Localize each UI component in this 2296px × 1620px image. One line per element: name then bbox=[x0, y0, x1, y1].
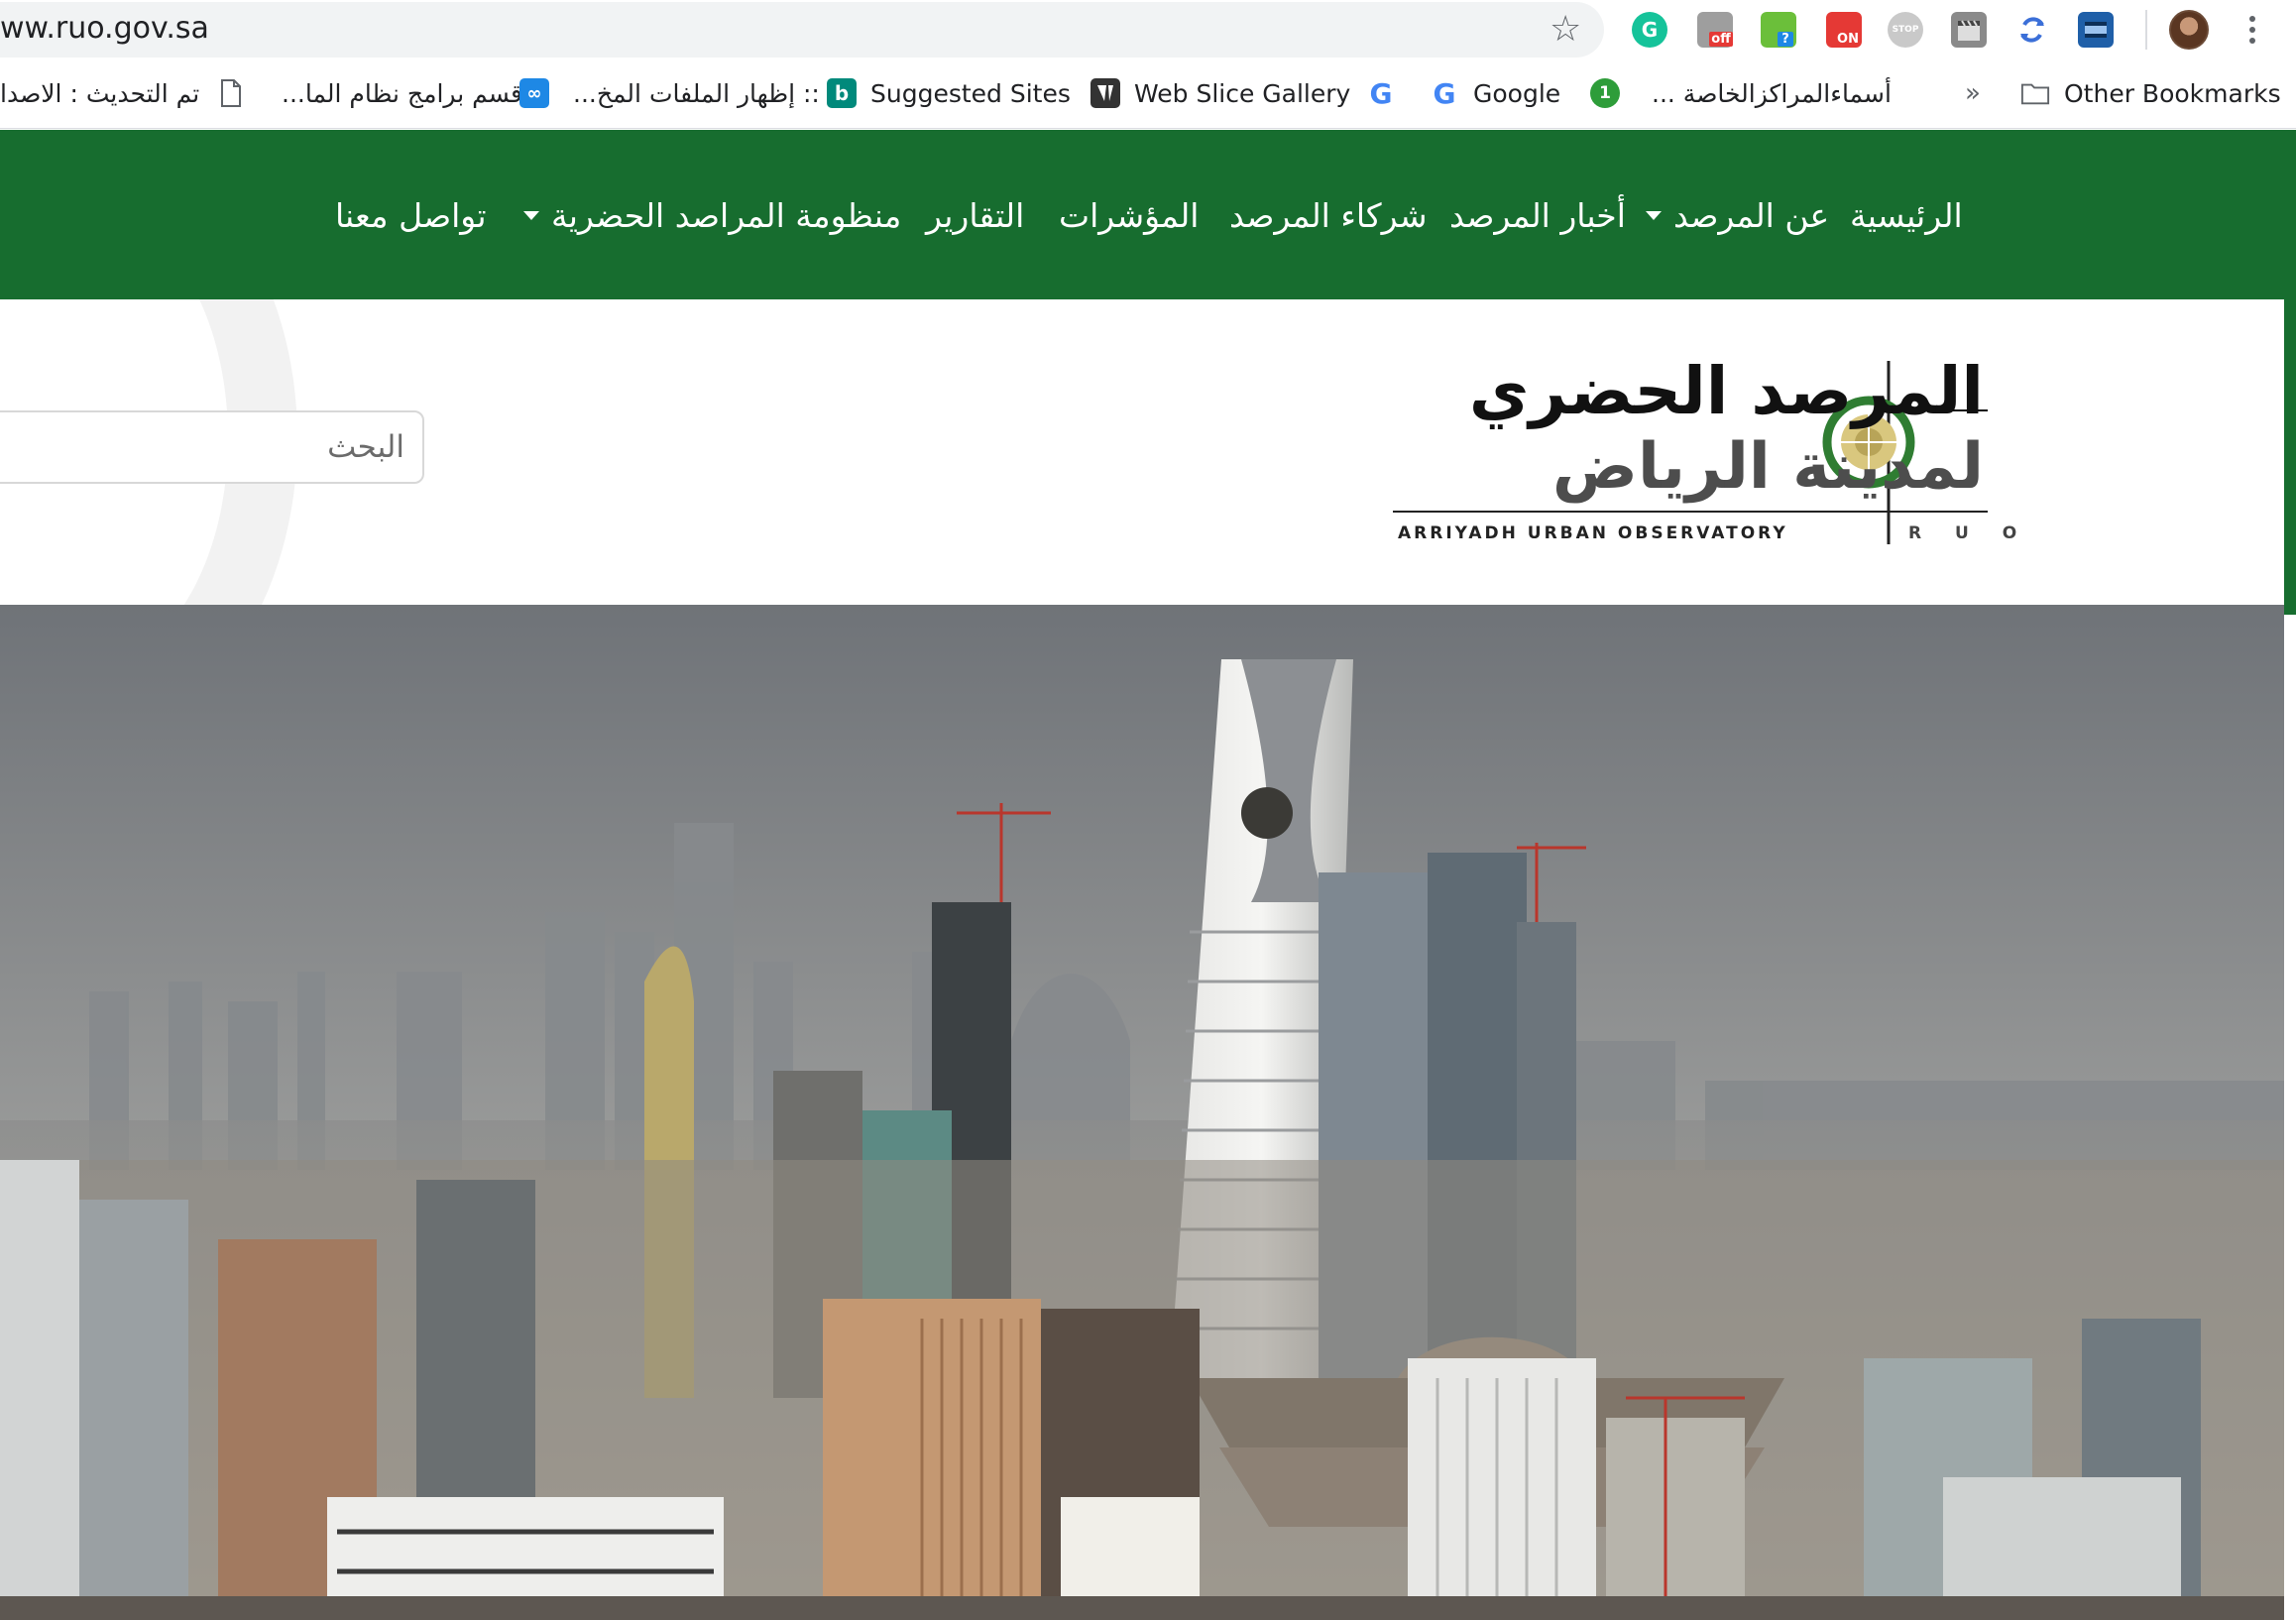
logo-title-ar: المرصد الحضري bbox=[1468, 353, 1984, 429]
page-icon bbox=[216, 78, 246, 108]
bookmark-centers[interactable]: 1 أسماءالمراكزالخاصة ... bbox=[1590, 73, 1892, 113]
grammarly-icon[interactable]: G bbox=[1632, 12, 1667, 48]
sync-icon[interactable] bbox=[2014, 12, 2050, 48]
chevron-down-icon bbox=[1646, 210, 1662, 220]
hero-skyline-image bbox=[0, 605, 2284, 1620]
bookmark-label: قسم برامج نظام الما... bbox=[282, 78, 522, 108]
download-help-icon[interactable]: ? bbox=[1761, 12, 1796, 48]
nav-observatories[interactable]: منظومة المراصد الحضرية bbox=[523, 187, 901, 243]
browser-menu-icon[interactable] bbox=[2242, 8, 2262, 52]
bookmark-google-g[interactable]: G bbox=[1366, 73, 1396, 113]
other-bookmarks[interactable]: Other Bookmarks bbox=[2020, 73, 2281, 113]
nav-indicators[interactable]: المؤشرات bbox=[1059, 187, 1199, 243]
extension-on-icon[interactable]: ON bbox=[1826, 12, 1862, 48]
bing-icon: b bbox=[827, 78, 857, 108]
bookmark-google[interactable]: G Google bbox=[1430, 73, 1561, 113]
scroll-accent bbox=[2284, 299, 2296, 615]
google-icon: G bbox=[1433, 76, 1456, 110]
bookmark-suggested-sites[interactable]: b Suggested Sites bbox=[827, 73, 1071, 113]
bookmark-programs[interactable]: قسم برامج نظام الما... bbox=[216, 73, 522, 113]
bookmark-label: :: إظهار الملفات المخ... bbox=[573, 78, 820, 108]
stop-icon[interactable]: STOP bbox=[1888, 12, 1923, 48]
bookmark-label: Web Slice Gallery bbox=[1134, 78, 1351, 108]
browser-toolbar: ww.ruo.gov.sa ☆ G off ? ON STOP bbox=[0, 0, 2296, 59]
bookmark-label: أسماءالمراكزالخاصة ... bbox=[1652, 78, 1892, 108]
clapper-icon[interactable] bbox=[1951, 12, 1987, 48]
google-icon: G bbox=[1369, 76, 1393, 110]
bookmark-label: Google bbox=[1473, 78, 1561, 108]
bookmark-star-icon[interactable]: ☆ bbox=[1550, 8, 1581, 52]
bookmark-update[interactable]: تم التحديث : الاصدا bbox=[0, 73, 199, 113]
bookmark-label: تم التحديث : الاصدا bbox=[0, 78, 200, 108]
url-text[interactable]: ww.ruo.gov.sa bbox=[0, 11, 209, 46]
web-slice-icon bbox=[1091, 78, 1120, 108]
film-icon[interactable] bbox=[2078, 12, 2114, 48]
number-one-icon: 1 bbox=[1590, 78, 1620, 108]
bookmark-web-slice-gallery[interactable]: Web Slice Gallery bbox=[1091, 73, 1350, 113]
chevron-down-icon bbox=[523, 210, 539, 220]
nav-partners[interactable]: شركاء المرصد bbox=[1229, 187, 1427, 243]
bookmarks-overflow-button[interactable]: » bbox=[1965, 73, 1981, 113]
nav-home[interactable]: الرئيسية bbox=[1850, 187, 1963, 243]
bookmark-label: Other Bookmarks bbox=[2064, 78, 2281, 108]
bookmark-hidden-files[interactable]: ∞ :: إظهار الملفات المخ... bbox=[519, 73, 820, 113]
main-nav: الرئيسية عن المرصد أخبار المرصد شركاء ال… bbox=[0, 130, 2296, 299]
extension-off-icon[interactable]: off bbox=[1697, 12, 1733, 48]
nav-contact[interactable]: تواصل معنا bbox=[335, 187, 487, 243]
site-logo[interactable]: المرصد الحضري لمدينة الرياض ARRIYADH URB… bbox=[1393, 351, 2016, 559]
bookmarks-bar: تم التحديث : الاصدا قسم برامج نظام الما.… bbox=[0, 59, 2296, 129]
folder-icon bbox=[2020, 78, 2050, 108]
site-header: المرصد الحضري لمدينة الرياض ARRIYADH URB… bbox=[0, 299, 2284, 605]
logo-abbr: R U O bbox=[1908, 523, 2031, 543]
bookmark-label: Suggested Sites bbox=[870, 78, 1071, 108]
nav-about[interactable]: عن المرصد bbox=[1646, 187, 1829, 243]
infinity-icon: ∞ bbox=[519, 78, 549, 108]
address-bar[interactable]: ww.ruo.gov.sa ☆ bbox=[0, 2, 1604, 58]
logo-subtitle-ar: لمدينة الرياض bbox=[1551, 430, 1984, 504]
nav-news[interactable]: أخبار المرصد bbox=[1449, 187, 1626, 243]
profile-avatar[interactable] bbox=[2169, 10, 2209, 50]
nav-reports[interactable]: التقارير bbox=[926, 187, 1024, 243]
search-input[interactable] bbox=[0, 410, 424, 484]
toolbar-separator bbox=[2145, 10, 2147, 50]
logo-title-en: ARRIYADH URBAN OBSERVATORY bbox=[1398, 523, 1788, 543]
